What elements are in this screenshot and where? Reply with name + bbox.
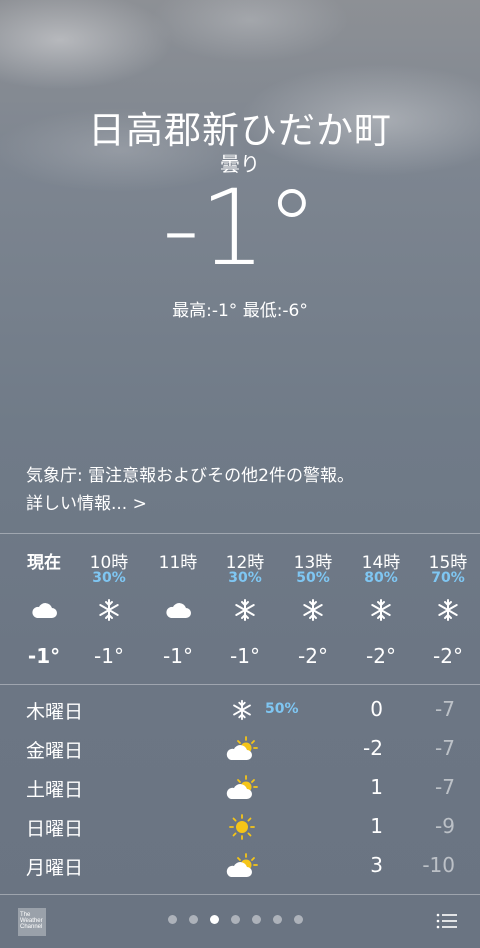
daily-row: 日曜日 1 -9 bbox=[0, 808, 480, 847]
snow-icon bbox=[213, 590, 277, 630]
divider bbox=[0, 533, 480, 534]
page-dot[interactable] bbox=[294, 915, 303, 924]
sun-icon bbox=[224, 812, 260, 842]
precip-chance: 30% bbox=[92, 570, 126, 586]
cloud-icon bbox=[146, 590, 210, 630]
hour-temp: -1° bbox=[94, 644, 124, 668]
weather-channel-logo[interactable]: The Weather Channel bbox=[18, 908, 46, 936]
page-dot[interactable] bbox=[168, 915, 177, 924]
day-name: 土曜日 bbox=[26, 779, 84, 801]
day-low: -7 bbox=[435, 775, 455, 799]
hour-label: 11時 bbox=[158, 553, 198, 573]
location-name: 日高郡新ひだか町 bbox=[88, 109, 392, 152]
daily-row: 金曜日 -2 -7 bbox=[0, 730, 480, 769]
precip-chance: 70% bbox=[431, 570, 465, 586]
hour-label: 10時 bbox=[89, 553, 129, 573]
hour-label: 14時 bbox=[361, 553, 401, 573]
precip-chance bbox=[12, 570, 76, 590]
snow-icon bbox=[349, 590, 413, 630]
precip-chance: 30% bbox=[228, 570, 262, 586]
day-name: 木曜日 bbox=[26, 701, 84, 723]
daily-row: 木曜日 50% 0 -7 bbox=[0, 691, 480, 730]
precip-chance bbox=[146, 570, 210, 590]
weather-alert[interactable]: 気象庁: 雷注意報およびその他2件の警報。 詳しい情報... > bbox=[26, 462, 354, 518]
hourly-item: 13時 50% -2° bbox=[281, 548, 345, 668]
snow-icon bbox=[281, 590, 345, 630]
hour-temp: -2° bbox=[366, 644, 396, 668]
snow-icon bbox=[77, 590, 141, 630]
hour-temp: -1° bbox=[27, 644, 61, 668]
hourly-item: 15時 70% -2° bbox=[416, 548, 480, 668]
hour-temp: -2° bbox=[433, 644, 463, 668]
hourly-item: 10時 30% -1° bbox=[77, 548, 141, 668]
divider bbox=[0, 684, 480, 685]
hour-temp: -2° bbox=[298, 644, 328, 668]
precip-chance: 50% bbox=[265, 701, 299, 717]
alert-text: 気象庁: 雷注意報およびその他2件の警報。 bbox=[26, 466, 354, 486]
page-dot[interactable] bbox=[252, 915, 261, 924]
day-low: -9 bbox=[435, 814, 455, 838]
hour-label: 現在 bbox=[27, 553, 61, 573]
hour-temp: -1° bbox=[230, 644, 260, 668]
hour-label: 15時 bbox=[428, 553, 468, 573]
partly-cloudy-icon bbox=[224, 734, 260, 764]
partly-cloudy-icon bbox=[224, 773, 260, 803]
hour-temp: -1° bbox=[163, 644, 193, 668]
day-name: 金曜日 bbox=[26, 740, 84, 762]
precip-chance: 80% bbox=[364, 570, 398, 586]
page-dot[interactable] bbox=[189, 915, 198, 924]
page-dot[interactable] bbox=[231, 915, 240, 924]
high-low: 最高:-1° 最低:-6° bbox=[172, 301, 308, 321]
day-high: 0 bbox=[370, 697, 383, 721]
alert-more-link[interactable]: 詳しい情報... > bbox=[26, 490, 354, 518]
page-dot[interactable] bbox=[273, 915, 282, 924]
daily-row: 月曜日 3 -10 bbox=[0, 847, 480, 886]
page-dot-active[interactable] bbox=[210, 915, 219, 924]
daily-row: 土曜日 1 -7 bbox=[0, 769, 480, 808]
day-name: 日曜日 bbox=[26, 818, 84, 840]
day-high: 3 bbox=[370, 853, 383, 877]
hourly-item: 14時 80% -2° bbox=[349, 548, 413, 668]
day-name: 月曜日 bbox=[26, 857, 84, 879]
page-indicator[interactable] bbox=[168, 915, 303, 924]
day-high: 1 bbox=[370, 775, 383, 799]
snow-icon bbox=[416, 590, 480, 630]
day-high: -2 bbox=[363, 736, 383, 760]
list-icon[interactable] bbox=[436, 912, 458, 930]
hourly-item: 現在 -1° bbox=[12, 548, 76, 668]
day-low: -7 bbox=[435, 736, 455, 760]
current-temperature: -1° bbox=[162, 167, 318, 289]
hour-label: 13時 bbox=[293, 553, 333, 573]
divider bbox=[0, 894, 480, 895]
cloud-icon bbox=[12, 590, 76, 630]
hour-label: 12時 bbox=[225, 553, 265, 573]
hourly-item: 12時 30% -1° bbox=[213, 548, 277, 668]
hourly-item: 11時 -1° bbox=[146, 548, 210, 668]
precip-chance: 50% bbox=[296, 570, 330, 586]
day-high: 1 bbox=[370, 814, 383, 838]
snow-icon bbox=[224, 695, 260, 725]
partly-cloudy-icon bbox=[224, 851, 260, 881]
day-low: -7 bbox=[435, 697, 455, 721]
day-low: -10 bbox=[422, 853, 455, 877]
